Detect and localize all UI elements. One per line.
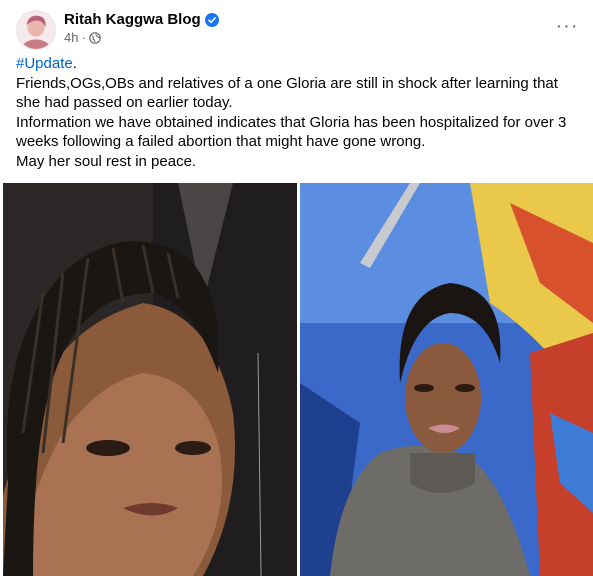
- author-name-row: Ritah Kaggwa Blog: [64, 11, 219, 28]
- globe-icon[interactable]: [89, 31, 101, 44]
- hashtag-suffix: .: [72, 55, 77, 72]
- post-header: Ritah Kaggwa Blog 4h · ···: [16, 10, 577, 50]
- post-meta: 4h ·: [64, 30, 101, 45]
- verified-badge-icon: [204, 12, 219, 27]
- page-avatar[interactable]: [16, 10, 56, 50]
- post-time[interactable]: 4h: [64, 30, 78, 45]
- hashtag-line: #Update.: [16, 54, 581, 74]
- post-paragraph: May her soul rest in peace.: [16, 152, 197, 170]
- avatar-image: [17, 11, 55, 49]
- post-paragraph: Information we have obtained indicates t…: [16, 113, 567, 151]
- post-text: #Update. Friends,OGs,OBs and relatives o…: [16, 54, 581, 171]
- photo-grid: [0, 183, 593, 576]
- photo-right[interactable]: [300, 183, 593, 576]
- more-options-icon[interactable]: ···: [551, 12, 583, 40]
- author-name[interactable]: Ritah Kaggwa Blog: [64, 11, 201, 28]
- photo-left[interactable]: [3, 183, 297, 576]
- meta-separator: ·: [81, 30, 86, 45]
- facebook-post: Ritah Kaggwa Blog 4h · ··· #Update. Frie…: [0, 0, 593, 576]
- post-paragraph: Friends,OGs,OBs and relatives of a one G…: [16, 74, 558, 112]
- hashtag-link[interactable]: #Update: [16, 55, 73, 72]
